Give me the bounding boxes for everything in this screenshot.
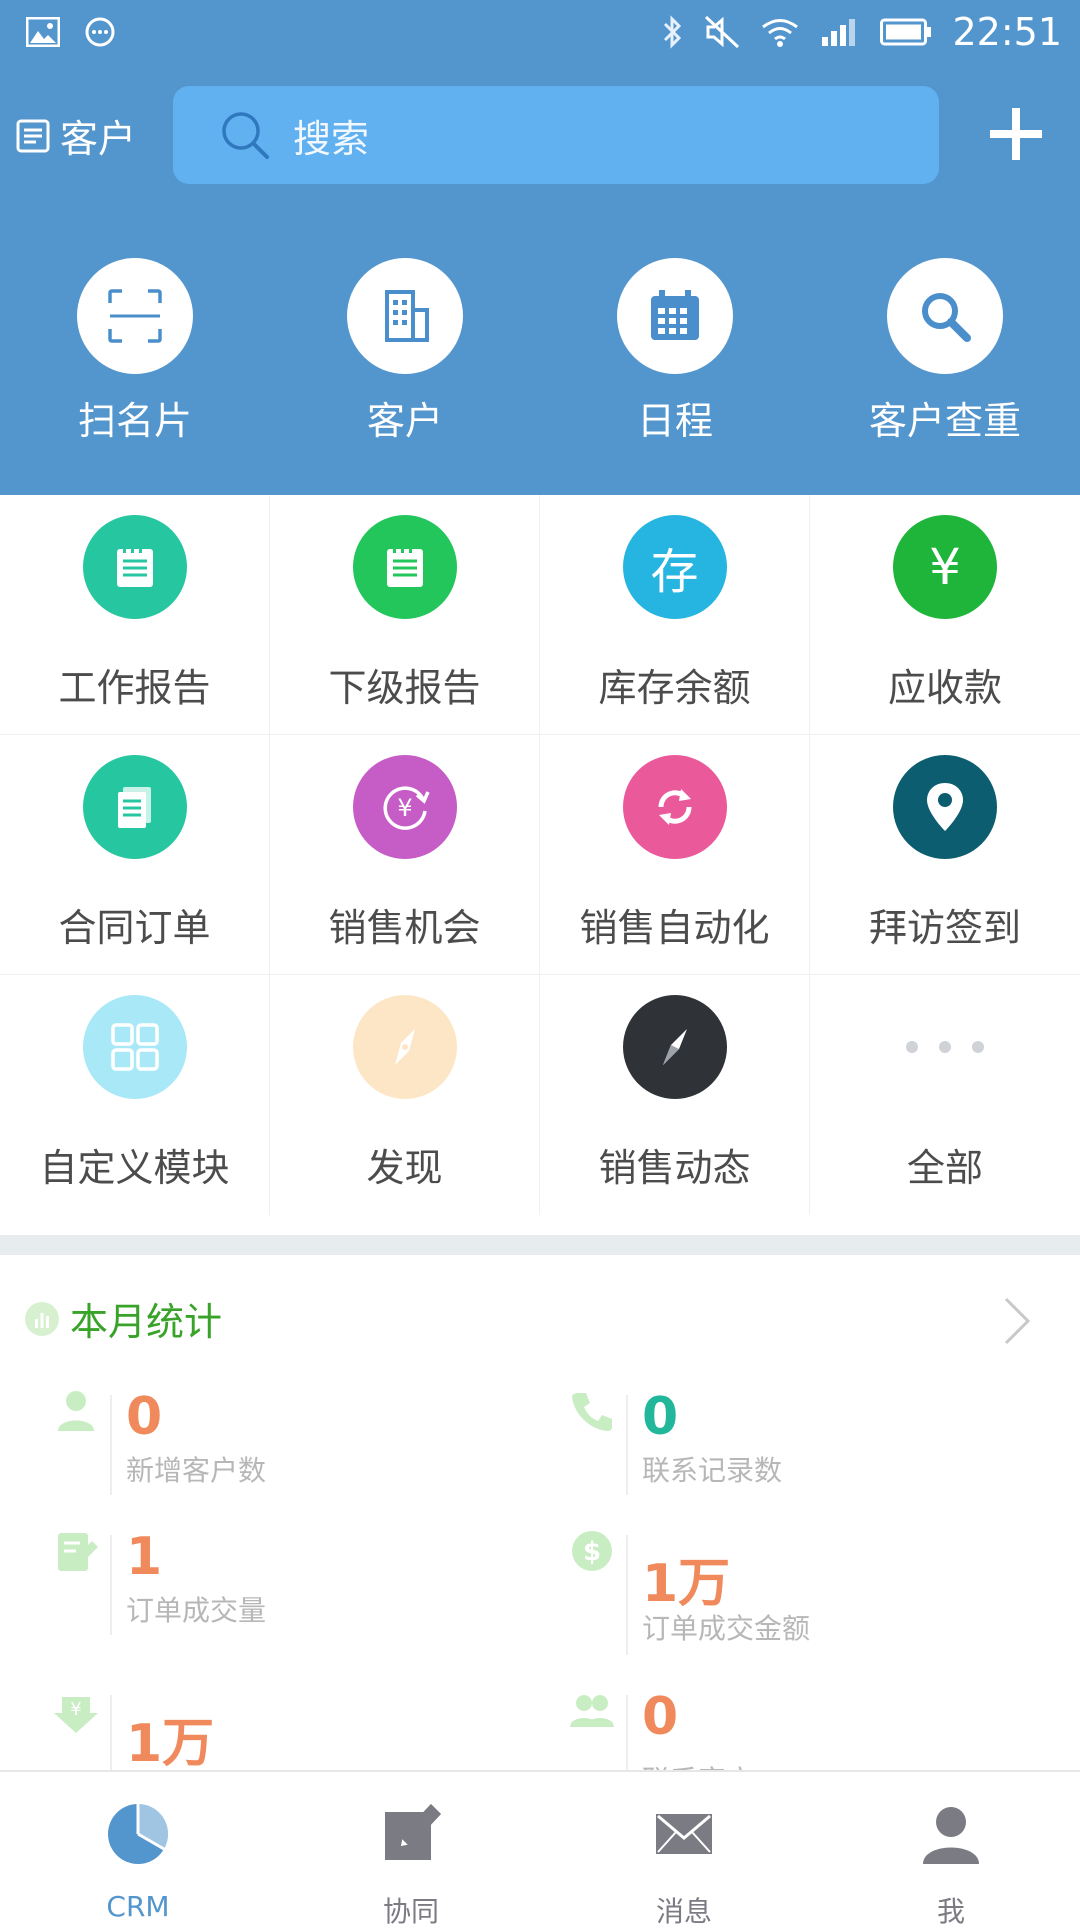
quick-actions: 扫名片 客户 日程 客户查重 (0, 258, 1080, 468)
person-icon (58, 1391, 94, 1431)
profile-icon (923, 1807, 979, 1864)
status-time: 22:51 (952, 10, 1062, 54)
tab-collaboration[interactable]: 协同 (276, 1772, 546, 1930)
building-icon (385, 290, 429, 342)
yen-down-icon: ¥ (54, 1697, 98, 1733)
more-dots-icon (906, 1041, 984, 1053)
customer-switch-label: 客户 (60, 117, 137, 161)
compass-icon (394, 1029, 415, 1065)
quick-customer[interactable]: 客户 (270, 258, 540, 445)
stat-orders-amount[interactable]: $ 1万 订单成交金额 (544, 1527, 1064, 1667)
search-placeholder: 搜索 (293, 116, 370, 161)
module-all[interactable]: 全部 (810, 975, 1080, 1215)
svg-text:¥: ¥ (397, 794, 412, 822)
quick-schedule[interactable]: 日程 (540, 258, 810, 445)
pie-chart-icon (108, 1804, 169, 1864)
yen-refresh-icon: ¥ (383, 786, 430, 830)
location-pin-icon (927, 783, 963, 831)
mail-icon (656, 1814, 712, 1854)
search-bar[interactable]: 搜索 (173, 86, 939, 184)
stat-contact-records[interactable]: 0 联系记录数 (544, 1387, 1064, 1507)
report-icon (116, 547, 153, 587)
quick-scan-card[interactable]: 扫名片 (0, 258, 270, 445)
quick-duplicate-check[interactable]: 客户查重 (810, 258, 1080, 445)
yen-icon: ¥ (929, 538, 961, 596)
phone-icon (572, 1393, 612, 1431)
module-custom[interactable]: 自定义模块 (0, 975, 270, 1215)
bottom-tab-bar: CRM 协同 消息 我 (0, 1770, 1080, 1928)
chat-icon (85, 17, 115, 47)
scan-card-icon (108, 289, 162, 343)
module-sales-activity[interactable]: 销售动态 (540, 975, 810, 1215)
signal-icon (822, 19, 856, 46)
app-header: 客户 搜索 (0, 86, 1080, 186)
grid-icon (110, 1023, 159, 1071)
people-icon (570, 1695, 614, 1727)
document-icon (117, 787, 151, 828)
status-right-icons: 22:51 (662, 10, 1062, 54)
module-contract-order[interactable]: 合同订单 (0, 735, 270, 975)
tab-me[interactable]: 我 (816, 1772, 1080, 1930)
inventory-icon: 存 (650, 544, 699, 600)
module-work-report[interactable]: 工作报告 (0, 495, 270, 735)
customer-switch[interactable]: 客户 (16, 108, 136, 163)
status-bar: 22:51 (0, 0, 1080, 62)
list-icon (16, 119, 50, 152)
add-icon[interactable] (986, 104, 1046, 164)
search-icon (922, 293, 971, 342)
stat-new-customers[interactable]: 0 新增客户数 (28, 1387, 548, 1507)
module-grid: 工作报告 下级报告 存 库存余额 ¥ 应收款 合同订单 ¥ 销售机会 销售自动化… (0, 495, 1080, 1215)
module-inventory-balance[interactable]: 存 库存余额 (540, 495, 810, 735)
chevron-right-icon[interactable] (996, 1291, 1036, 1351)
compass-dark-icon (662, 1029, 687, 1065)
search-icon (222, 112, 269, 159)
module-sales-automation[interactable]: 销售自动化 (540, 735, 810, 975)
monthly-stats: 本月统计 0 新增客户数 0 联系记录数 1 订单成交量 $ 1万 订单成交金额… (0, 1255, 1080, 1770)
edit-doc-icon (58, 1533, 98, 1571)
calendar-icon (651, 290, 699, 340)
svg-text:¥: ¥ (70, 1699, 81, 1720)
battery-icon (880, 18, 932, 46)
mute-icon (705, 15, 740, 49)
pencil-icon (385, 1803, 442, 1860)
dollar-icon: $ (572, 1531, 612, 1571)
stat-orders-count[interactable]: 1 订单成交量 (28, 1527, 548, 1647)
top-header: 22:51 客户 搜索 扫名片 客户 日程 客户查重 (0, 0, 1080, 495)
module-subordinate-report[interactable]: 下级报告 (270, 495, 540, 735)
module-discover[interactable]: 发现 (270, 975, 540, 1215)
monthly-stats-title: 本月统计 (70, 1300, 223, 1344)
report-icon (386, 547, 423, 587)
refresh-icon (657, 789, 692, 825)
section-divider (0, 1235, 1080, 1255)
module-sales-opportunity[interactable]: ¥ 销售机会 (270, 735, 540, 975)
stat-contacted-customers[interactable]: 0 联系客户 (544, 1687, 1064, 1770)
monthly-stats-header[interactable]: 本月统计 (24, 1291, 222, 1346)
svg-text:$: $ (583, 1537, 601, 1567)
tab-messages[interactable]: 消息 (549, 1772, 819, 1930)
status-left-icons (26, 16, 116, 48)
stats-bar-icon (25, 1301, 59, 1336)
wifi-icon (762, 19, 799, 47)
module-visit-checkin[interactable]: 拜访签到 (810, 735, 1080, 975)
stat-collection-amount[interactable]: ¥ 1万 (28, 1687, 548, 1770)
bluetooth-icon (664, 15, 682, 49)
module-receivables[interactable]: ¥ 应收款 (810, 495, 1080, 735)
image-icon (26, 17, 60, 47)
tab-crm[interactable]: CRM (3, 1772, 273, 1923)
